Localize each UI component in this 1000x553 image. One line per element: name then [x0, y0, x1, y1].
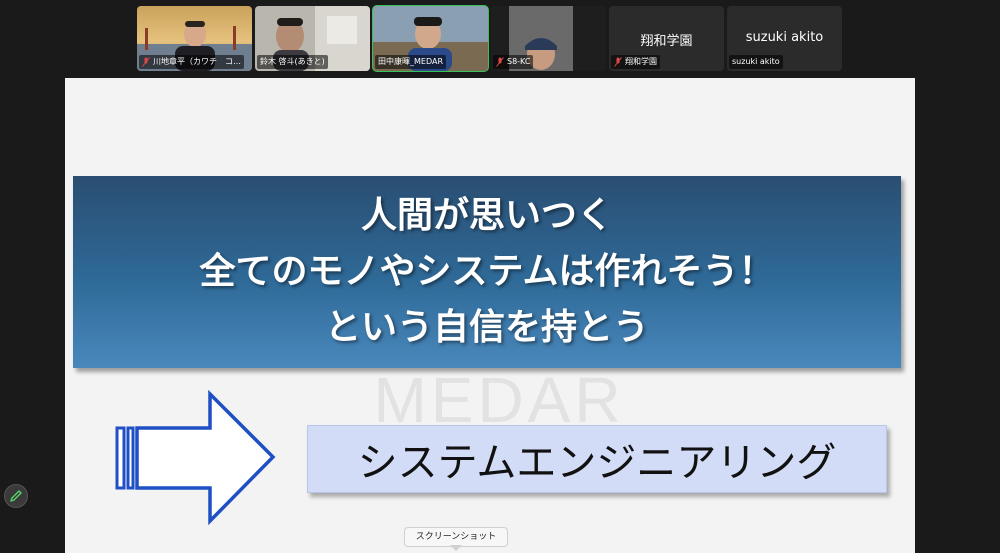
- participant-name-label: 鈴木 啓斗(あきと): [257, 55, 328, 69]
- participant-tile[interactable]: suzuki akito suzuki akito: [727, 6, 842, 71]
- shared-slide: MEDAR 人間が思いつく 全てのモノやシステムは作れそう！ という自信を持とう…: [65, 78, 915, 553]
- tooltip-notch: [450, 545, 462, 551]
- participant-display-name: 翔和学園: [640, 34, 693, 49]
- mic-off-icon: [614, 57, 622, 67]
- participant-name: S8-KC: [507, 57, 531, 66]
- participant-name-label: 翔和学園: [611, 55, 660, 69]
- headline-line: 人間が思いつく: [360, 195, 613, 236]
- participant-name: 川地章平（カワチ コ…: [153, 57, 241, 66]
- mic-off-icon: [142, 57, 150, 67]
- headline-line: という自信を持とう: [324, 307, 649, 348]
- pencil-icon: [10, 490, 22, 502]
- system-engineering-box: システムエンジニアリング: [307, 425, 887, 493]
- mic-off-icon: [496, 57, 504, 67]
- annotate-button[interactable]: [4, 484, 28, 508]
- participant-name-label: suzuki akito: [729, 55, 783, 69]
- participant-name-label: 川地章平（カワチ コ…: [139, 55, 244, 69]
- participant-name: 翔和学園: [625, 57, 657, 66]
- participant-tile-active-speaker[interactable]: 田中康暉_MEDAR: [372, 5, 489, 72]
- participant-name: 鈴木 啓斗(あきと): [260, 57, 325, 66]
- participant-name: 田中康暉_MEDAR: [378, 57, 444, 66]
- headline-line: 全てのモノやシステムは作れそう！: [199, 251, 775, 292]
- participant-name: suzuki akito: [732, 57, 780, 66]
- participant-name-label: S8-KC: [493, 55, 534, 69]
- participant-tile[interactable]: 川地章平（カワチ コ…: [137, 6, 252, 71]
- participant-tile[interactable]: 鈴木 啓斗(あきと): [255, 6, 370, 71]
- slide-headline-banner: 人間が思いつく 全てのモノやシステムは作れそう！ という自信を持とう: [73, 176, 901, 368]
- participant-name-label: 田中康暉_MEDAR: [375, 55, 447, 69]
- right-arrow-icon: [115, 390, 276, 525]
- screenshot-tooltip: スクリーンショット: [404, 527, 508, 547]
- participant-tile[interactable]: 翔和学園 翔和学園: [609, 6, 724, 71]
- participant-tile[interactable]: S8-KC: [491, 6, 606, 71]
- participant-display-name: suzuki akito: [745, 30, 824, 45]
